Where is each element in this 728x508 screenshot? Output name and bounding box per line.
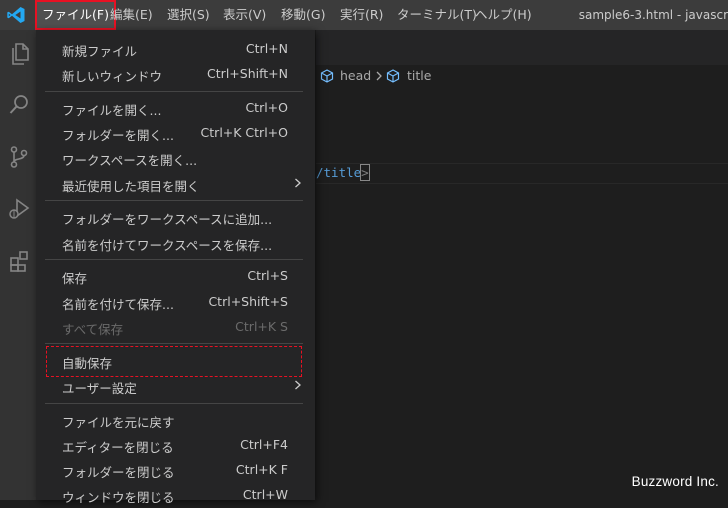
menu-item-label: すべて保存 <box>62 322 124 337</box>
menu-item-label: ファイルを元に戻す <box>62 415 175 430</box>
watermark: Buzzword Inc. <box>631 474 719 489</box>
menu-item-label: 新規ファイル <box>62 44 138 59</box>
breadcrumb-item-title[interactable]: title <box>407 68 431 83</box>
menu-item-shortcut: Ctrl+Shift+S <box>208 294 288 309</box>
breadcrumb-item-head[interactable]: head <box>340 68 371 83</box>
menu-item-label: ファイルを開く... <box>62 103 162 118</box>
chevron-right-icon <box>295 380 301 390</box>
menu-item-new-window[interactable]: 新しいウィンドウ Ctrl+Shift+N <box>36 62 315 87</box>
code-tag-title: /title <box>316 165 362 180</box>
symbol-field-icon <box>386 69 400 83</box>
menu-item-save-as[interactable]: 名前を付けて保存... Ctrl+Shift+S <box>36 290 315 315</box>
menu-item-label: 名前を付けてワークスペースを保存... <box>62 238 273 253</box>
menu-item-label: ユーザー設定 <box>62 381 137 396</box>
menu-go[interactable]: 移動(G) <box>274 0 332 30</box>
menu-item-label: フォルダーを開く... <box>62 128 174 143</box>
menu-item-save[interactable]: 保存 Ctrl+S <box>36 264 315 289</box>
menu-separator <box>45 91 303 92</box>
menu-item-label: ウィンドウを閉じる <box>62 490 175 505</box>
editor-tab-strip <box>316 30 728 65</box>
menu-edit[interactable]: 編集(E) <box>103 0 160 30</box>
extensions-icon[interactable] <box>8 249 30 273</box>
menu-item-shortcut: Ctrl+Shift+N <box>207 66 288 81</box>
menu-item-auto-save[interactable]: 自動保存 <box>36 349 315 374</box>
symbol-field-icon <box>320 69 334 83</box>
menu-item-label: 最近使用した項目を開く <box>62 179 200 194</box>
menu-item-open-file[interactable]: ファイルを開く... Ctrl+O <box>36 96 315 121</box>
files-icon[interactable] <box>8 42 30 66</box>
menu-item-add-folder-to-workspace[interactable]: フォルダーをワークスペースに追加... <box>36 205 315 230</box>
menu-item-shortcut: Ctrl+S <box>247 268 288 283</box>
vscode-logo-icon <box>7 7 25 23</box>
menu-item-open-folder[interactable]: フォルダーを開く... Ctrl+K Ctrl+O <box>36 121 315 146</box>
run-debug-icon[interactable] <box>8 197 30 221</box>
file-menu-dropdown: 新規ファイル Ctrl+N 新しいウィンドウ Ctrl+Shift+N ファイル… <box>36 30 315 505</box>
menu-item-shortcut: Ctrl+K S <box>235 319 288 334</box>
chevron-right-icon <box>295 178 301 188</box>
menu-item-close-editor[interactable]: エディターを閉じる Ctrl+F4 <box>36 433 315 458</box>
menu-separator <box>45 259 303 260</box>
menu-item-preferences[interactable]: ユーザー設定 <box>36 374 315 399</box>
menu-separator <box>45 200 303 201</box>
menu-item-shortcut: Ctrl+F4 <box>240 437 288 452</box>
menu-run[interactable]: 実行(R) <box>333 0 390 30</box>
title-bar: ファイル(F) 編集(E) 選択(S) 表示(V) 移動(G) 実行(R) ター… <box>0 0 728 30</box>
menu-item-shortcut: Ctrl+K Ctrl+O <box>200 125 288 140</box>
menu-item-revert-file[interactable]: ファイルを元に戻す <box>36 408 315 433</box>
source-control-icon[interactable] <box>8 145 30 169</box>
breadcrumb: head title <box>316 65 728 87</box>
menu-item-label: フォルダーを閉じる <box>62 465 175 480</box>
menu-item-close-folder[interactable]: フォルダーを閉じる Ctrl+K F <box>36 458 315 483</box>
code-line-current[interactable]: /title> <box>316 163 728 184</box>
menu-help[interactable]: ヘルプ(H) <box>468 0 539 30</box>
menu-item-open-recent[interactable]: 最近使用した項目を開く <box>36 172 315 197</box>
menu-item-label: フォルダーをワークスペースに追加... <box>62 212 273 227</box>
menu-separator <box>45 343 303 344</box>
menu-selection[interactable]: 選択(S) <box>160 0 217 30</box>
menu-item-save-all: すべて保存 Ctrl+K S <box>36 315 315 340</box>
menu-item-shortcut: Ctrl+N <box>245 41 288 56</box>
chevron-right-icon <box>376 71 382 81</box>
menu-item-shortcut: Ctrl+K F <box>235 462 288 477</box>
menu-item-open-workspace[interactable]: ワークスペースを開く... <box>36 146 315 171</box>
window-title: sample6-3.html - javascr <box>578 8 728 22</box>
code-bracket: > <box>360 164 370 181</box>
menu-view[interactable]: 表示(V) <box>216 0 273 30</box>
menu-item-label: 自動保存 <box>62 356 113 371</box>
menu-item-close-window[interactable]: ウィンドウを閉じる Ctrl+W <box>36 483 315 508</box>
menu-separator <box>45 403 303 404</box>
search-icon[interactable] <box>8 93 30 117</box>
menu-item-label: ワークスペースを開く... <box>62 153 198 168</box>
menu-item-shortcut: Ctrl+O <box>245 100 288 115</box>
menu-item-save-workspace-as[interactable]: 名前を付けてワークスペースを保存... <box>36 231 315 256</box>
menu-item-new-file[interactable]: 新規ファイル Ctrl+N <box>36 37 315 62</box>
menu-item-label: 名前を付けて保存... <box>62 297 174 312</box>
menu-item-label: 保存 <box>62 271 88 286</box>
menu-item-label: 新しいウィンドウ <box>62 69 163 84</box>
menu-item-label: エディターを閉じる <box>62 440 174 455</box>
activity-bar <box>0 30 36 500</box>
